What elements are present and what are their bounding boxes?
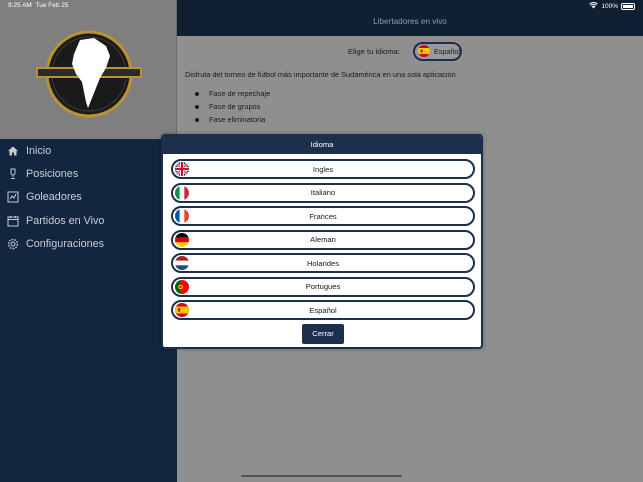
- list-item: Fase de repechaje: [195, 87, 270, 100]
- page-title: Libertadores en vivo: [373, 17, 447, 26]
- close-button[interactable]: Cerrar: [302, 324, 344, 344]
- sidebar-header: [0, 0, 177, 139]
- list-item-text: Fase de repechaje: [209, 89, 271, 98]
- option-label: Español: [309, 305, 337, 315]
- language-option-espanol[interactable]: Español: [171, 300, 475, 320]
- calendar-icon: [7, 215, 19, 227]
- spain-flag-icon: [418, 44, 430, 59]
- option-label: Frances: [309, 211, 337, 221]
- option-label: Holandes: [306, 258, 340, 268]
- sidebar-item-posiciones[interactable]: Posiciones: [0, 162, 177, 185]
- option-label: Italiano: [310, 188, 336, 197]
- language-modal: Idioma Ingles Italiano Frances Aleman Ho…: [161, 134, 483, 349]
- language-option-portugues[interactable]: Portugues: [171, 276, 475, 297]
- description-text: Disfruta del torneo de fútbol más import…: [185, 70, 456, 79]
- language-selector[interactable]: Español: [413, 42, 462, 61]
- option-label: Ingles: [312, 164, 334, 174]
- gear-icon: [7, 238, 19, 250]
- sidebar-item-label: Posiciones: [26, 167, 79, 180]
- wifi-icon: [589, 2, 599, 11]
- sidebar: Inicio Posiciones Goleadores Partidos en…: [0, 0, 177, 482]
- option-label: Aleman: [310, 235, 336, 244]
- list-item-text: Fase eliminatoria: [209, 115, 266, 124]
- language-label: Elige tu idioma:: [348, 47, 400, 56]
- time-text: 9:25 AM: [8, 2, 32, 9]
- language-option-ingles[interactable]: Ingles: [171, 159, 475, 179]
- language-option-italiano[interactable]: Italiano: [171, 182, 475, 203]
- language-option-aleman[interactable]: Aleman: [171, 229, 475, 250]
- libertadores-logo: [36, 30, 142, 118]
- status-time: 9:25 AM Tue Feb 25: [8, 2, 69, 9]
- list-item-text: Fase de grupos: [209, 102, 261, 111]
- sidebar-item-configuraciones[interactable]: Configuraciones: [0, 232, 177, 255]
- sidebar-item-inicio[interactable]: Inicio: [0, 139, 177, 162]
- language-option-holandes[interactable]: Holandes: [171, 253, 475, 273]
- list-item: Fase de grupos: [195, 100, 270, 113]
- language-row: Elige tu idioma: Español: [177, 42, 643, 62]
- tactics-icon: [7, 191, 19, 203]
- status-bar: 9:25 AM Tue Feb 25 100%: [0, 0, 643, 12]
- option-label: Portugues: [305, 282, 341, 291]
- status-right: 100%: [589, 2, 635, 11]
- sidebar-item-label: Configuraciones: [26, 237, 105, 250]
- language-option-frances[interactable]: Frances: [171, 206, 475, 226]
- date-text: Tue Feb 25: [35, 2, 69, 9]
- sidebar-menu: Inicio Posiciones Goleadores Partidos en…: [0, 139, 177, 255]
- trophy-icon: [7, 168, 19, 180]
- battery-percent: 100%: [601, 3, 618, 10]
- modal-title: Idioma: [163, 136, 481, 154]
- sidebar-item-goleadores[interactable]: Goleadores: [0, 186, 177, 209]
- sidebar-item-label: Inicio: [26, 144, 52, 157]
- home-indicator[interactable]: [241, 475, 402, 477]
- phase-list: Fase de repechaje Fase de grupos Fase el…: [195, 87, 270, 126]
- battery-icon: [621, 3, 635, 10]
- language-options: Ingles Italiano Frances Aleman Holandes: [171, 159, 475, 324]
- sidebar-item-label: Partidos en Vivo: [26, 214, 105, 227]
- sidebar-item-partidos-en-vivo[interactable]: Partidos en Vivo: [0, 209, 177, 232]
- list-item: Fase eliminatoria: [195, 113, 270, 126]
- sidebar-item-label: Goleadores: [26, 191, 82, 204]
- language-selected: Español: [434, 47, 460, 56]
- home-icon: [7, 145, 19, 157]
